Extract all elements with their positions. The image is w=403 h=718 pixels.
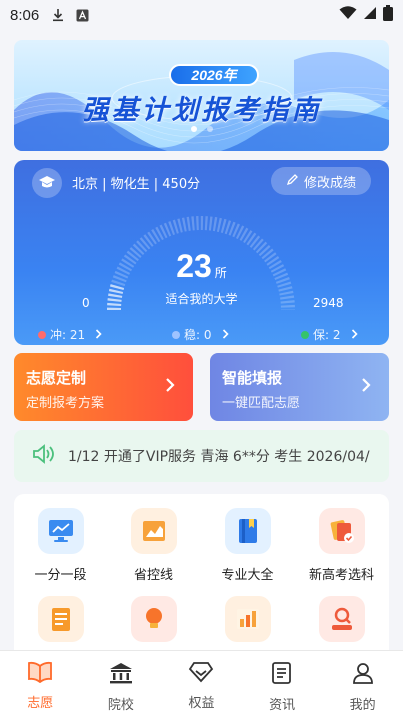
chevron-right-icon (95, 328, 102, 342)
smart-fill-button[interactable]: 智能填报 一键匹配志愿 (210, 353, 389, 421)
ticker-message: 1/12 开通了VIP服务 青海 6**分 考生 2026/04/ (68, 449, 370, 465)
promo-banner[interactable]: 2026年 强基计划报考指南 (14, 40, 389, 151)
range-min: 0 (82, 296, 90, 310)
match-count-value: 23 (176, 248, 212, 284)
bar-chart-icon (224, 596, 271, 642)
tab-label: 权益 (188, 696, 215, 711)
carousel-dot-active[interactable] (190, 126, 197, 132)
grid-item-7[interactable] (201, 596, 294, 652)
book-icon (224, 508, 271, 554)
tab-benefits[interactable]: 权益 (161, 651, 242, 718)
range-max: 2948 (313, 296, 344, 310)
category-chong[interactable]: 冲: 21 (38, 326, 102, 343)
tab-label: 我的 (349, 698, 376, 713)
lightbulb-icon (130, 596, 177, 642)
custom-plan-button[interactable]: 志愿定制 定制报考方案 (14, 353, 193, 421)
carousel-indicator (14, 126, 389, 132)
notepad-icon (37, 596, 84, 642)
grid-item-5[interactable] (14, 596, 107, 652)
score-info: 北京 | 物化生 | 450分 (72, 177, 201, 192)
tab-label: 院校 (107, 698, 134, 713)
grid-item-control-line[interactable]: 省控线 (107, 508, 200, 583)
news-icon (270, 661, 294, 689)
grid-item-score-rank[interactable]: 一分一段 (14, 508, 107, 583)
edit-score-label: 修改成绩 (303, 175, 356, 191)
grid-item-label: 专业大全 (221, 568, 274, 583)
tab-news[interactable]: 资讯 (242, 651, 323, 718)
tab-colleges[interactable]: 院校 (81, 651, 162, 718)
grid-item-label: 一分一段 (34, 568, 87, 583)
match-count-unit: 所 (214, 266, 227, 280)
grid-item-label: 新高考选科 (308, 568, 374, 583)
battery-icon (383, 5, 393, 25)
open-book-icon (27, 661, 53, 687)
grid-item-6[interactable] (107, 596, 200, 652)
chevron-right-icon (351, 328, 358, 342)
carousel-dot[interactable] (206, 126, 213, 132)
pencil-icon (286, 173, 299, 190)
function-grid: 一分一段 省控线 专业大全 新高考选科 (14, 494, 389, 664)
feature-title: 志愿定制 (26, 369, 87, 387)
graduation-cap-icon (32, 168, 62, 198)
category-label: 稳: 0 (184, 328, 212, 342)
app-notification-icon (75, 8, 89, 22)
announcement-ticker[interactable]: 1/12 开通了VIP服务 青海 6**分 考生 2026/04/ (14, 430, 389, 482)
status-time: 8:06 (10, 6, 40, 24)
chart-screen-icon (37, 508, 84, 554)
status-bar: 8:06 (0, 0, 403, 30)
chevron-right-icon (165, 377, 175, 397)
search-person-icon (318, 596, 365, 642)
banner-year-badge: 2026年 (169, 64, 259, 86)
grid-item-8[interactable] (295, 596, 388, 652)
speaker-icon (32, 444, 56, 468)
download-icon (51, 8, 65, 22)
feature-subtitle: 一键匹配志愿 (222, 396, 301, 411)
tab-volunteer[interactable]: 志愿 (0, 651, 81, 718)
chevron-right-icon (222, 328, 229, 342)
wifi-icon (339, 6, 357, 24)
chong-dot (38, 330, 46, 339)
wen-dot (172, 330, 180, 339)
chevron-right-icon (361, 377, 371, 397)
category-label: 保: 2 (313, 328, 341, 342)
grid-item-majors[interactable]: 专业大全 (201, 508, 294, 583)
user-icon (351, 661, 375, 689)
banner-title: 强基计划报考指南 (81, 95, 322, 125)
diamond-icon (188, 661, 214, 687)
bao-dot (301, 330, 309, 339)
grid-item-label: 省控线 (133, 568, 173, 583)
match-count: 23 所 (14, 248, 389, 285)
grid-item-subject-selection[interactable]: 新高考选科 (295, 508, 388, 583)
feature-title: 智能填报 (222, 369, 283, 387)
tab-label: 资讯 (269, 698, 296, 713)
category-bao[interactable]: 保: 2 (301, 326, 358, 343)
institution-icon (108, 661, 134, 689)
area-chart-icon (130, 508, 177, 554)
tab-profile[interactable]: 我的 (322, 651, 403, 718)
tab-label: 志愿 (27, 696, 54, 711)
score-card: 北京 | 物化生 | 450分 修改成绩 23 所 适合我的大学 0 2948 冲… (14, 160, 389, 345)
signal-icon (363, 6, 377, 24)
edit-score-button[interactable]: 修改成绩 (271, 167, 371, 195)
category-label: 冲: 21 (50, 328, 86, 342)
bottom-tab-bar: 志愿 院校 权益 资讯 我的 (0, 650, 403, 718)
category-wen[interactable]: 稳: 0 (172, 326, 229, 343)
cards-check-icon (318, 508, 365, 554)
feature-subtitle: 定制报考方案 (26, 396, 105, 411)
